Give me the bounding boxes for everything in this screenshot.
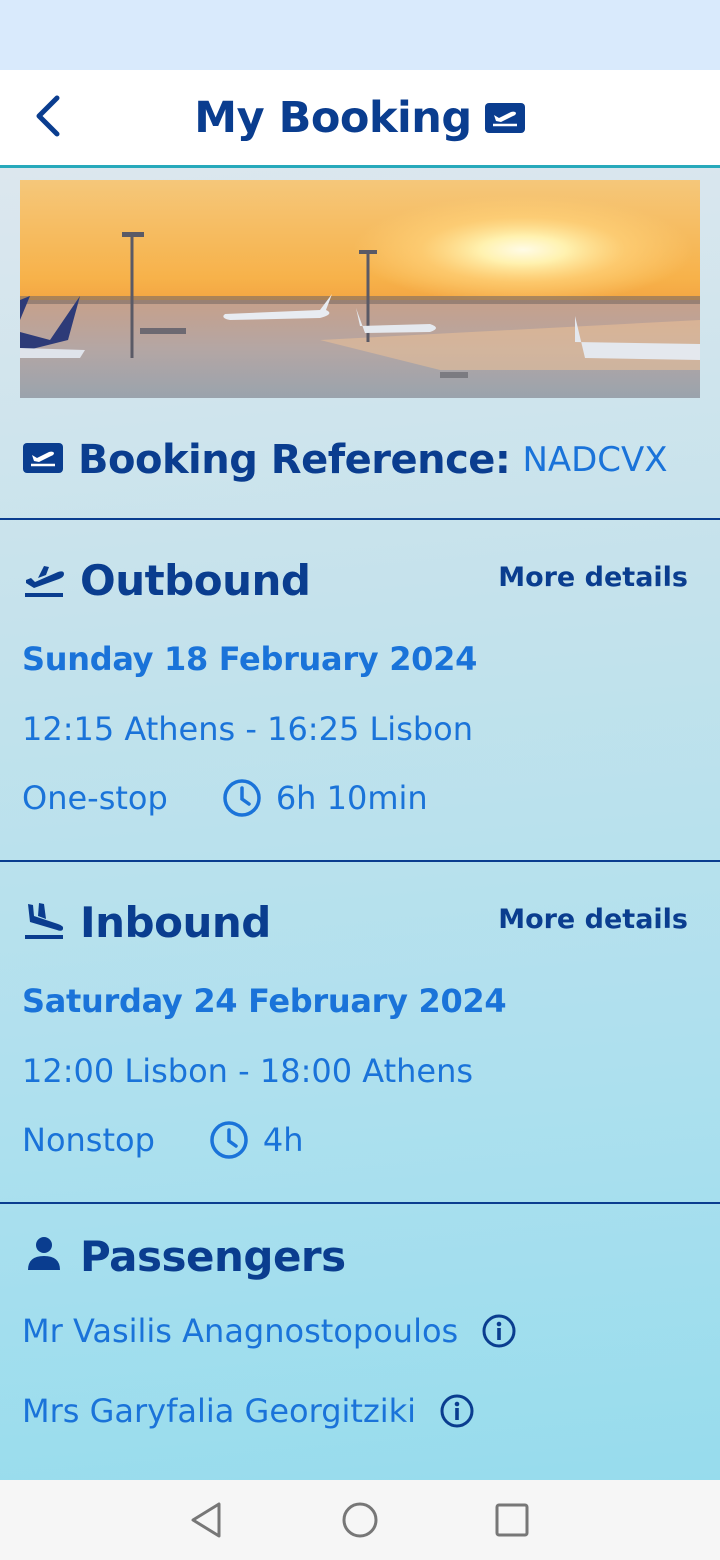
clock-icon [209, 1120, 249, 1160]
booking-reference: Booking Reference: NADCVX [22, 428, 668, 492]
inbound-stops: Nonstop [22, 1121, 155, 1159]
nav-back-button[interactable] [184, 1498, 228, 1542]
airport-sunset-image [20, 180, 700, 398]
inbound-duration: 4h [262, 1121, 304, 1159]
outbound-duration: 6h 10min [275, 779, 428, 817]
inbound-title: Inbound [80, 897, 271, 947]
inbound-date: Saturday 24 February 2024 [22, 982, 507, 1020]
app-header: My Booking [0, 70, 720, 168]
passenger-item: Mrs Garyfalia Georgitziki [22, 1386, 476, 1436]
inbound-more-details-link[interactable]: More details [498, 904, 688, 935]
circle-home-icon [342, 1502, 378, 1538]
triangle-back-icon [191, 1502, 221, 1538]
nav-recent-button[interactable] [490, 1498, 534, 1542]
status-bar [0, 0, 720, 70]
passenger-name: Mr Vasilis Anagnostopoulos [22, 1312, 459, 1350]
system-navigation-bar [0, 1480, 720, 1560]
person-icon [22, 1234, 66, 1278]
passenger-item: Mr Vasilis Anagnostopoulos [22, 1306, 518, 1356]
flight-land-icon [22, 900, 66, 944]
booking-reference-value: NADCVX [522, 440, 668, 480]
outbound-more-details-link[interactable]: More details [498, 562, 688, 593]
passenger-name: Mrs Garyfalia Georgitziki [22, 1392, 417, 1430]
inbound-route: 12:00 Lisbon - 18:00 Athens [22, 1052, 474, 1090]
inbound-section: Inbound More details Saturday 24 Februar… [0, 862, 720, 1202]
info-icon[interactable] [480, 1312, 518, 1350]
outbound-stops: One-stop [22, 779, 168, 817]
flight-ticket-icon [484, 101, 526, 135]
outbound-section: Outbound More details Sunday 18 February… [0, 520, 720, 860]
nav-home-button[interactable] [338, 1498, 382, 1542]
outbound-date: Sunday 18 February 2024 [22, 640, 478, 678]
clock-icon [222, 778, 262, 818]
flight-takeoff-icon [22, 558, 66, 602]
page-title: My Booking [194, 93, 472, 143]
passengers-title: Passengers [80, 1231, 346, 1281]
square-recent-icon [495, 1503, 529, 1537]
flight-ticket-icon [22, 441, 64, 479]
outbound-title: Outbound [80, 555, 311, 605]
booking-reference-label: Booking Reference: [78, 437, 511, 483]
passengers-section: Passengers Mr Vasilis Anagnostopoulos Mr… [0, 1204, 720, 1480]
booking-content: Booking Reference: NADCVX Outbound More … [0, 168, 720, 1480]
info-icon[interactable] [438, 1392, 476, 1430]
outbound-route: 12:15 Athens - 16:25 Lisbon [22, 710, 474, 748]
